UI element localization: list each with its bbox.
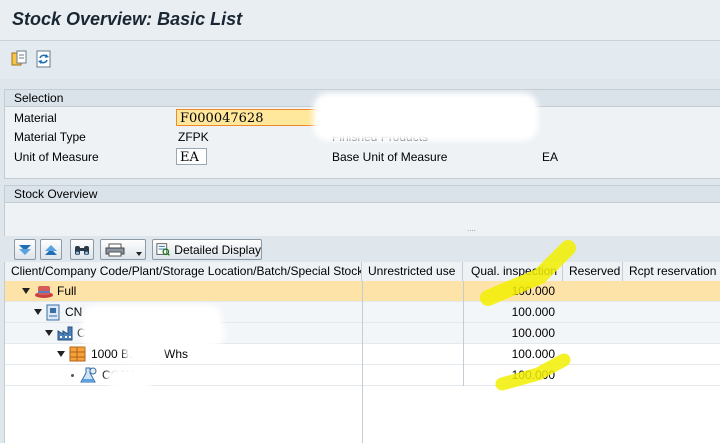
unrestricted-cell [362, 344, 464, 365]
expand-all-button[interactable] [14, 239, 36, 260]
expand-toggle-icon[interactable] [57, 351, 65, 357]
grid-header: Client/Company Code/Plant/Storage Locati… [5, 262, 720, 282]
binoculars-icon [75, 245, 89, 255]
uom-field[interactable]: EA [176, 148, 207, 165]
detailed-display-button[interactable]: Detailed Display [152, 239, 262, 260]
highlighter-mark [480, 240, 576, 306]
splitter-handle[interactable]: .... [467, 224, 476, 233]
grid-toolbar: Detailed Display [4, 236, 720, 262]
refresh-icon[interactable] [34, 49, 54, 69]
selection-panel: Selection Material F000047628 Material T… [4, 89, 720, 179]
tree-node-label: Full [57, 284, 77, 298]
title-bar: Stock Overview: Basic List [0, 0, 720, 41]
stock-tree-grid: Client/Company Code/Plant/Storage Locati… [4, 262, 720, 443]
column-separator [362, 386, 363, 443]
material-type-label: Material Type [14, 130, 86, 144]
stock-overview-panel: Stock Overview .... [4, 185, 720, 237]
unrestricted-cell [362, 323, 464, 344]
expand-icon [19, 244, 31, 255]
unrestricted-cell [362, 365, 464, 386]
dropdown-arrow-icon [136, 252, 142, 256]
expand-toggle-icon[interactable] [45, 330, 53, 336]
expand-toggle-icon[interactable] [34, 309, 42, 315]
plant-icon [57, 326, 73, 341]
material-label: Material [14, 111, 57, 125]
table-row[interactable]: 1000 Ba Whs 100.000 [5, 344, 720, 365]
redaction-scribble [129, 348, 159, 358]
collapse-all-button[interactable] [40, 239, 62, 260]
unrestricted-cell [362, 281, 464, 302]
page-title: Stock Overview: Basic List [12, 9, 243, 29]
printer-icon [105, 243, 125, 256]
find-button[interactable] [70, 239, 94, 260]
base-uom-label: Base Unit of Measure [332, 150, 448, 164]
redaction-scribble [111, 372, 149, 384]
column-header-hierarchy[interactable]: Client/Company Code/Plant/Storage Locati… [5, 262, 362, 281]
tree-node-label: CN [65, 305, 83, 319]
application-toolbar [0, 41, 720, 79]
material-type-value: ZFPK [178, 130, 209, 144]
leaf-node-bullet [71, 374, 74, 377]
collapse-icon [45, 244, 57, 255]
qual-inspection-cell: 100.000 [511, 326, 555, 340]
copy-icon[interactable] [10, 49, 30, 69]
detailed-display-label: Detailed Display [174, 242, 261, 257]
base-uom-value: EA [542, 150, 559, 164]
unrestricted-cell [362, 302, 464, 323]
redaction-scribble [318, 98, 533, 136]
company-code-icon [46, 304, 60, 321]
stock-overview-header: Stock Overview [5, 186, 720, 203]
material-field[interactable]: F000047628 [176, 109, 328, 126]
storage-location-icon [69, 346, 86, 362]
highlighter-mark [495, 353, 571, 391]
redaction-scribble [85, 324, 220, 342]
client-icon [35, 286, 53, 298]
uom-label: Unit of Measure [14, 150, 99, 164]
column-header-unrestricted[interactable]: Unrestricted use [362, 262, 463, 281]
expand-toggle-icon[interactable] [22, 288, 30, 294]
column-header-rcpt-reservation[interactable]: Rcpt reservation [623, 262, 720, 281]
print-menu-button[interactable] [100, 239, 146, 260]
tree-node-label-suffix: Whs [164, 347, 188, 361]
table-row[interactable]: Full 100.000 [5, 281, 720, 302]
detail-view-icon [156, 243, 170, 256]
batch-icon [80, 367, 97, 383]
